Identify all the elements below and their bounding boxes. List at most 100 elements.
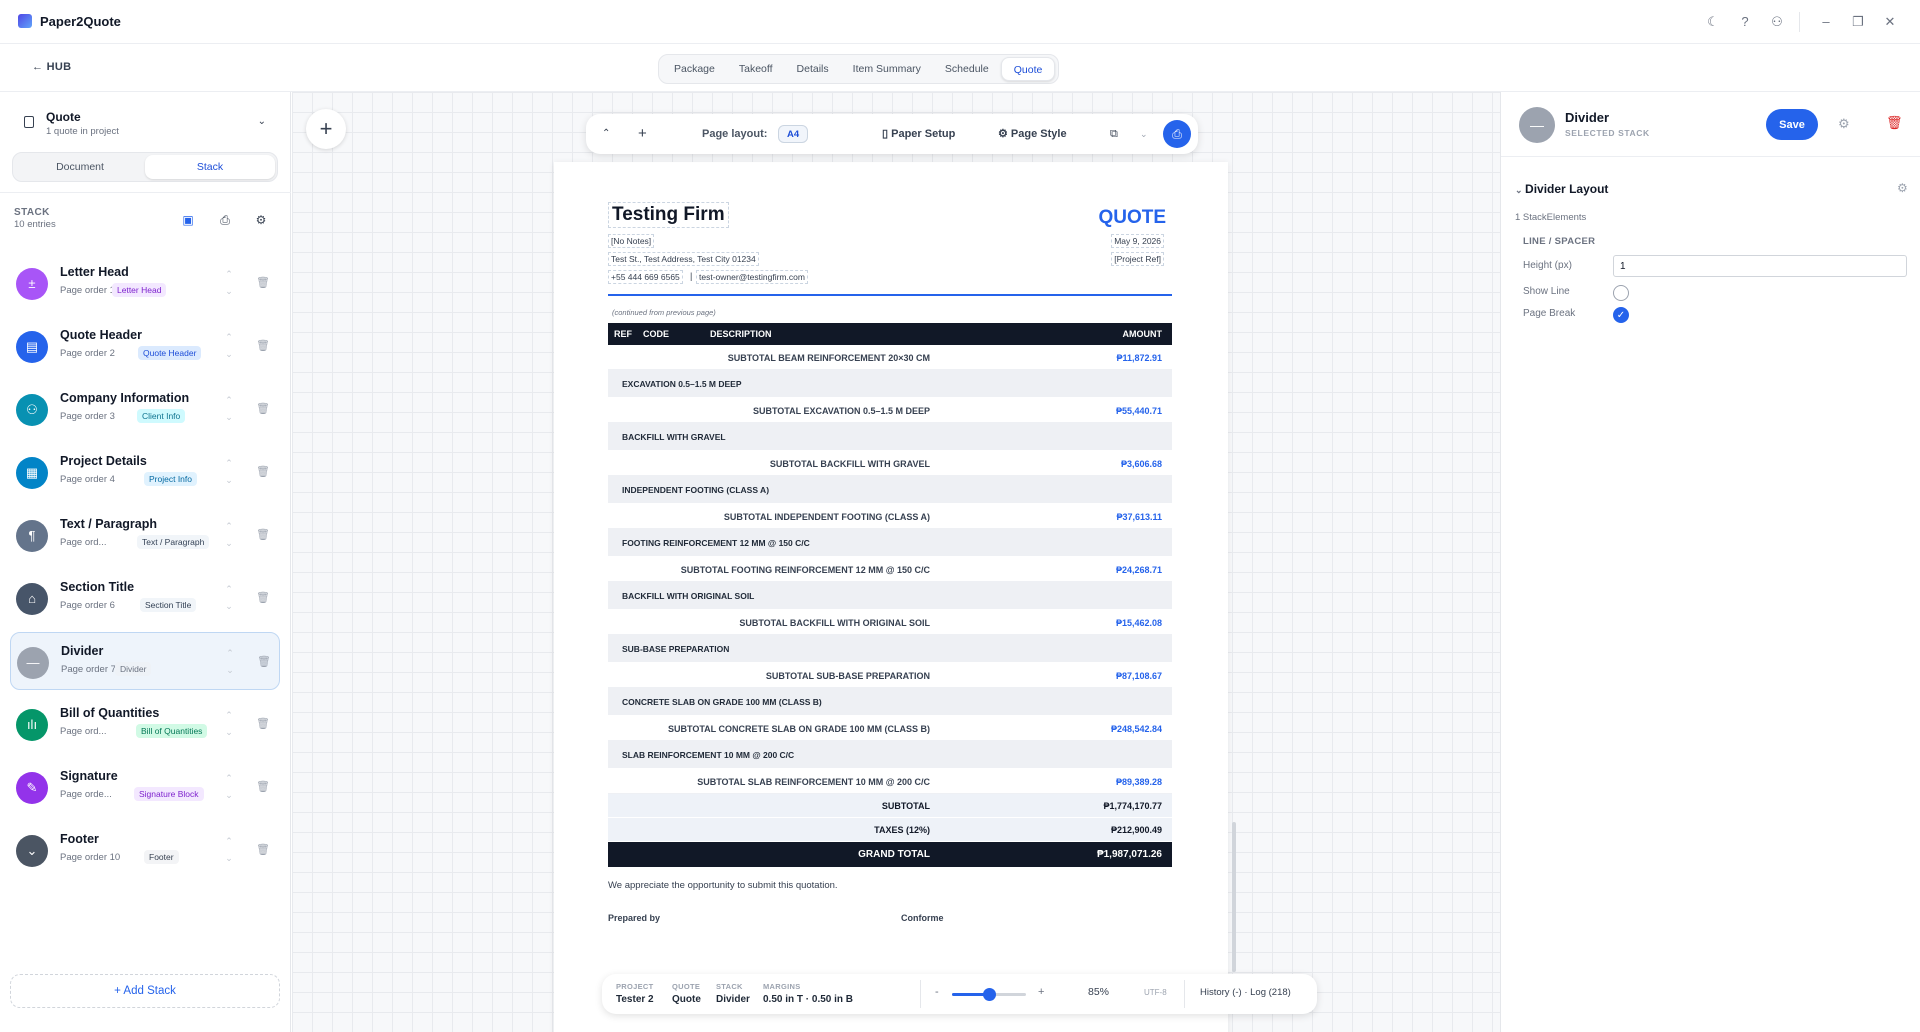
quote-selector[interactable]: Quote 1 quote in project ⌄ — [12, 100, 278, 142]
inspector-divider — [1501, 156, 1920, 157]
status-quote-key: QUOTE — [672, 982, 701, 991]
stack-settings-icon[interactable]: ⚙ — [254, 213, 268, 227]
stack-item-divider[interactable]: — Divider Page order 7 Divider ⌃ ⌄ 🗑 — [10, 632, 280, 690]
zoom-slider[interactable] — [952, 988, 1026, 1001]
firm-name: Testing Firm — [608, 202, 729, 228]
reorder-arrows-icon[interactable]: ⌃ ⌄ — [222, 833, 236, 869]
restore-icon[interactable]: ❐ — [1850, 14, 1866, 30]
paper-setup-button[interactable]: ▯ Paper Setup — [882, 114, 955, 154]
chevron-down-icon[interactable]: ⌄ — [1140, 114, 1148, 154]
trash-icon[interactable]: 🗑 — [256, 465, 270, 479]
trash-icon[interactable]: 🗑 — [256, 402, 270, 416]
stack-item-letter-head[interactable]: ± Letter Head Page order 1 Letter Head ⌃ ⌄ 🗑 — [10, 254, 280, 312]
trash-icon[interactable]: 🗑 — [256, 339, 270, 353]
save-button[interactable]: Save — [1766, 109, 1818, 140]
reorder-arrows-icon[interactable]: ⌃ ⌄ — [222, 770, 236, 806]
height-input[interactable] — [1613, 255, 1907, 277]
trash-icon[interactable]: 🗑 — [256, 276, 270, 290]
print-icon[interactable]: ⎙ — [1163, 120, 1191, 148]
stack-item-signature[interactable]: ✎ Signature Page orde... Signature Block ⌃ ⌄ 🗑 — [10, 758, 280, 816]
tab-quote[interactable]: Quote — [1000, 57, 1056, 81]
scrollbar-thumb[interactable] — [1232, 822, 1236, 972]
canvas: + Testing Firm QUOTE [No Notes] Test St.… — [292, 92, 1500, 1032]
section-settings-icon[interactable]: ⚙ — [1897, 181, 1908, 195]
phone-field: +55 444 669 6565 — [608, 270, 683, 284]
gear-icon[interactable]: ⚙ — [1838, 116, 1850, 132]
quote-selector-subtitle: 1 quote in project — [46, 126, 119, 137]
divider-avatar-icon: — — [1519, 107, 1555, 143]
collapse-up-icon[interactable]: ⌃ — [602, 114, 610, 154]
page-break-checkbox[interactable]: ✓ — [1613, 307, 1629, 323]
reorder-arrows-icon[interactable]: ⌃ ⌄ — [222, 455, 236, 491]
row-description: SUBTOTAL CONCRETE SLAB ON GRADE 100 MM (… — [667, 724, 930, 734]
zoom-out-button[interactable]: - — [935, 986, 939, 998]
zoom-in-button[interactable]: + — [1038, 986, 1044, 998]
show-line-checkbox[interactable] — [1613, 285, 1629, 301]
page-size-select[interactable]: A4 — [778, 125, 809, 143]
translate-icon[interactable]: ⧉ — [1110, 114, 1118, 154]
header-rule — [608, 294, 1172, 296]
trash-icon[interactable]: 🗑 — [256, 717, 270, 731]
close-icon[interactable]: ✕ — [1882, 14, 1898, 30]
mode-stack[interactable]: Stack — [145, 155, 275, 179]
app-name: Paper2Quote — [40, 14, 121, 29]
trash-icon[interactable]: 🗑 — [256, 528, 270, 542]
stack-item-company-information[interactable]: ⚇ Company Information Page order 3 Client I… — [10, 380, 280, 438]
stack-item-name: Letter Head — [60, 265, 129, 279]
stack-label: STACK — [14, 207, 50, 218]
page-style-button[interactable]: ⚙ Page Style — [998, 114, 1067, 154]
delete-icon[interactable]: 🗑 — [1886, 115, 1903, 131]
row-amount: ₱37,613.11 — [1116, 512, 1162, 522]
minimize-icon[interactable]: – — [1818, 14, 1834, 30]
add-stack-button[interactable]: + Add Stack — [10, 974, 280, 1008]
reorder-arrows-icon[interactable]: ⌃ ⌄ — [222, 707, 236, 743]
save-stack-icon[interactable]: ⎙ — [218, 213, 232, 227]
dark-mode-icon[interactable]: ☾ — [1705, 14, 1721, 30]
page-style-label: Page Style — [1010, 128, 1067, 140]
new-document-icon[interactable]: ▣ — [181, 213, 195, 227]
reorder-arrows-icon[interactable]: ⌃ ⌄ — [222, 518, 236, 554]
stack-item-bill-of-quantities[interactable]: ılı Bill of Quantities Page ord... Bill of … — [10, 695, 280, 753]
stack-item-section-title[interactable]: ⌂ Section Title Page order 6 Section Title ⌃… — [10, 569, 280, 627]
section-toggle[interactable]: ⌄ Divider Layout — [1515, 182, 1608, 196]
tab-item-summary[interactable]: Item Summary — [841, 57, 933, 81]
history-log-button[interactable]: History (-) · Log (218) — [1200, 987, 1291, 998]
page-scrollbar[interactable] — [1230, 92, 1238, 1032]
group-row: BACKFILL WITH ORIGINAL SOIL — [608, 582, 1172, 610]
user-icon[interactable]: ⚇ — [1769, 14, 1785, 30]
mode-document[interactable]: Document — [15, 155, 145, 179]
hub-back-button[interactable]: ← HUB — [32, 61, 71, 73]
stack-item-name: Signature — [60, 769, 118, 783]
trash-icon[interactable]: 🗑 — [256, 780, 270, 794]
stack-item-name: Quote Header — [60, 328, 142, 342]
stack-item-quote-header[interactable]: ▤ Quote Header Page order 2 Quote Header ⌃ ⌄ 🗑 — [10, 317, 280, 375]
tab-details[interactable]: Details — [785, 57, 841, 81]
help-icon[interactable]: ? — [1737, 14, 1753, 30]
stack-item-text-paragraph[interactable]: ¶ Text / Paragraph Page ord... Text / Parag… — [10, 506, 280, 564]
grand-total-row: GRAND TOTAL ₱1,987,071.26 — [608, 842, 1172, 867]
trash-icon[interactable]: 🗑 — [256, 843, 270, 857]
reorder-arrows-icon[interactable]: ⌃ ⌄ — [222, 266, 236, 302]
reorder-arrows-icon[interactable]: ⌃ ⌄ — [222, 581, 236, 617]
notes-field: [No Notes] — [608, 234, 655, 248]
page-layout-label: Page layout: — [702, 128, 768, 140]
status-divider — [1184, 980, 1185, 1008]
tab-takeoff[interactable]: Takeoff — [727, 57, 785, 81]
tab-package[interactable]: Package — [662, 57, 727, 81]
trash-icon[interactable]: 🗑 — [257, 655, 271, 669]
group-row: BACKFILL WITH GRAVEL — [608, 423, 1172, 451]
stack-item-badge: Quote Header — [138, 346, 202, 360]
stack-item-order: Page order 2 — [60, 348, 115, 359]
tab-schedule[interactable]: Schedule — [933, 57, 1001, 81]
reorder-arrows-icon[interactable]: ⌃ ⌄ — [223, 645, 237, 681]
reorder-arrows-icon[interactable]: ⌃ ⌄ — [222, 392, 236, 428]
zoom-slider-knob[interactable] — [983, 988, 996, 1001]
add-element-button[interactable]: + — [306, 109, 346, 149]
stack-item-project-details[interactable]: ▦ Project Details Page order 4 Project Info… — [10, 443, 280, 501]
subtotal-row: SUBTOTAL BACKFILL WITH ORIGINAL SOIL ₱15,… — [608, 610, 1172, 635]
add-icon[interactable]: + — [638, 114, 647, 154]
trash-icon[interactable]: 🗑 — [256, 591, 270, 605]
stack-item-order: Page ord... — [60, 537, 107, 548]
stack-item-footer[interactable]: ⌄ Footer Page order 10 Footer ⌃ ⌄ 🗑 — [10, 821, 280, 879]
reorder-arrows-icon[interactable]: ⌃ ⌄ — [222, 329, 236, 365]
